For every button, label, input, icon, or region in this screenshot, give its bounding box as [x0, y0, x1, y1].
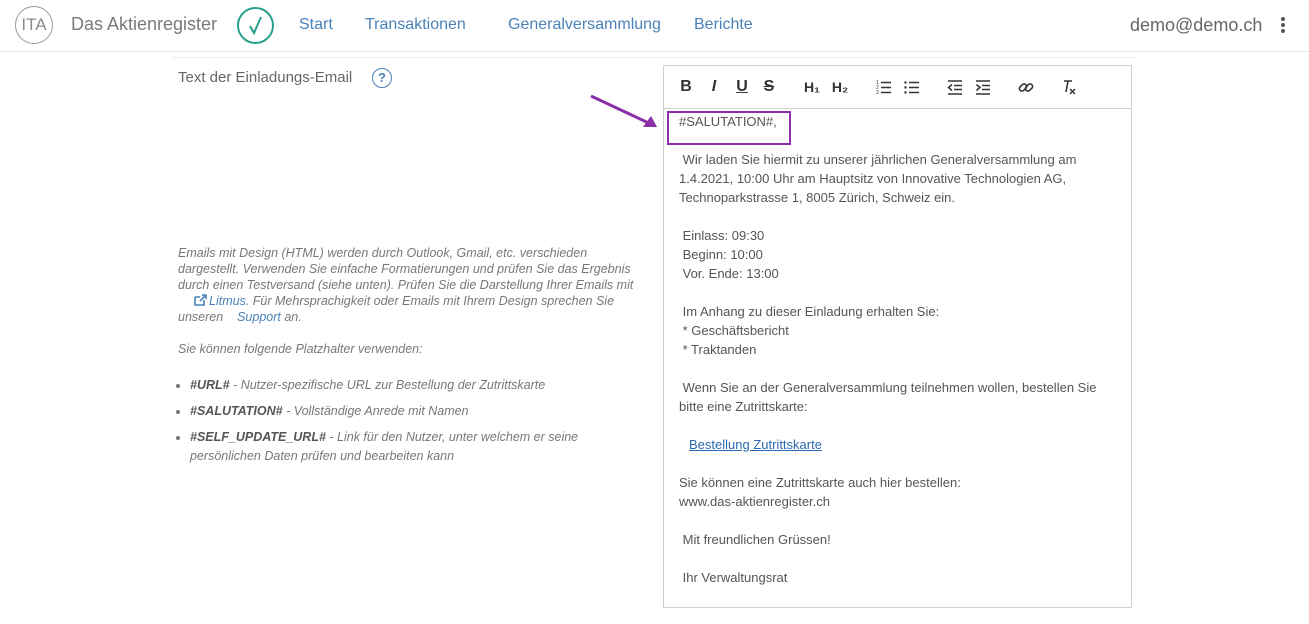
litmus-link[interactable]: Litmus — [209, 294, 246, 308]
support-link[interactable]: Support — [237, 310, 281, 324]
order-card-link[interactable]: Bestellung Zutrittskarte — [689, 437, 822, 452]
top-navigation: ITA Das Aktienregister Start Transaktion… — [0, 0, 1309, 52]
list-item: #SALUTATION# - Vollständige Anrede mit N… — [190, 402, 630, 421]
annotation-highlight-box — [667, 111, 791, 145]
attachment-text: Im Anhang zu dieser Einladung erhalten S… — [679, 304, 940, 319]
svg-text:3: 3 — [876, 90, 879, 96]
indent-icon[interactable] — [975, 77, 991, 97]
heading1-button[interactable]: H₁ — [802, 77, 822, 97]
signature-text: Ihr Verwaltungsrat — [679, 570, 788, 585]
bullet-list-icon[interactable] — [904, 77, 920, 97]
nav-generalversammlung[interactable]: Generalversammlung — [508, 16, 661, 34]
bold-button[interactable]: B — [679, 77, 693, 97]
greeting-text: Mit freundlichen Grüssen! — [679, 532, 831, 547]
divider — [172, 57, 1137, 58]
einlass-text: Einlass: 09:30 — [679, 228, 765, 243]
nav-berichte[interactable]: Berichte — [694, 16, 753, 34]
placeholder-key: #SALUTATION# — [190, 404, 283, 418]
heading2-button[interactable]: H₂ — [830, 77, 850, 97]
placeholder-desc: - Vollständige Anrede mit Namen — [282, 404, 469, 418]
invitation-text: Wir laden Sie hiermit zu unserer jährlic… — [679, 152, 1081, 205]
placeholder-key: #URL# — [190, 378, 230, 392]
strikethrough-button[interactable]: S — [762, 77, 776, 97]
user-menu[interactable]: demo@demo.ch — [1130, 15, 1262, 36]
outdent-icon[interactable] — [947, 77, 963, 97]
placeholder-desc: - Nutzer-spezifische URL zur Bestellung … — [229, 378, 546, 392]
note-text-1: Emails mit Design (HTML) werden durch Ou… — [178, 246, 634, 292]
attachment-item: * Geschäftsbericht — [679, 323, 789, 338]
link-icon[interactable] — [1018, 77, 1034, 97]
checkmark-icon — [237, 7, 274, 44]
note-text-3: an. — [280, 310, 302, 324]
participation-text: Wenn Sie an der Generalversammlung teiln… — [679, 380, 1101, 414]
beginn-text: Beginn: 10:00 — [679, 247, 763, 262]
website-text: www.das-aktienregister.ch — [679, 494, 831, 509]
placeholder-list: #URL# - Nutzer-spezifische URL zur Beste… — [170, 376, 630, 473]
list-item: #SELF_UPDATE_URL# - Link für den Nutzer,… — [190, 428, 630, 466]
editor-content[interactable]: #SALUTATION#, Wir laden Sie hiermit zu u… — [679, 112, 1119, 587]
italic-button[interactable]: I — [707, 77, 721, 97]
external-link-icon — [194, 294, 207, 306]
nav-start[interactable]: Start — [299, 16, 333, 34]
logo-text: ITA — [21, 15, 47, 34]
ende-text: Vor. Ende: 13:00 — [679, 266, 779, 281]
attachment-item: * Traktanden — [679, 342, 757, 357]
nav-transaktionen[interactable]: Transaktionen — [365, 16, 466, 34]
clear-format-icon[interactable] — [1061, 77, 1077, 97]
email-text-label: Text der Einladungs-Email — [178, 69, 353, 86]
design-note: Emails mit Design (HTML) werden durch Ou… — [178, 245, 648, 325]
underline-button[interactable]: U — [735, 77, 749, 97]
list-item: #URL# - Nutzer-spezifische URL zur Beste… — [190, 376, 630, 395]
app-title[interactable]: Das Aktienregister — [71, 14, 217, 35]
logo[interactable]: ITA — [15, 6, 53, 44]
placeholder-key: #SELF_UPDATE_URL# — [190, 430, 326, 444]
placeholders-intro: Sie können folgende Platzhalter verwende… — [178, 342, 423, 356]
more-menu-icon[interactable] — [1280, 17, 1286, 35]
alt-order-text: Sie können eine Zutrittskarte auch hier … — [679, 475, 961, 490]
email-editor: B I U S H₁ H₂ 123 #SALUTATION#, Wir lade… — [663, 65, 1132, 608]
annotation-arrow-icon — [590, 94, 657, 128]
help-icon[interactable]: ? — [372, 68, 392, 88]
ordered-list-icon[interactable]: 123 — [876, 77, 892, 97]
editor-toolbar: B I U S H₁ H₂ 123 — [664, 66, 1131, 109]
